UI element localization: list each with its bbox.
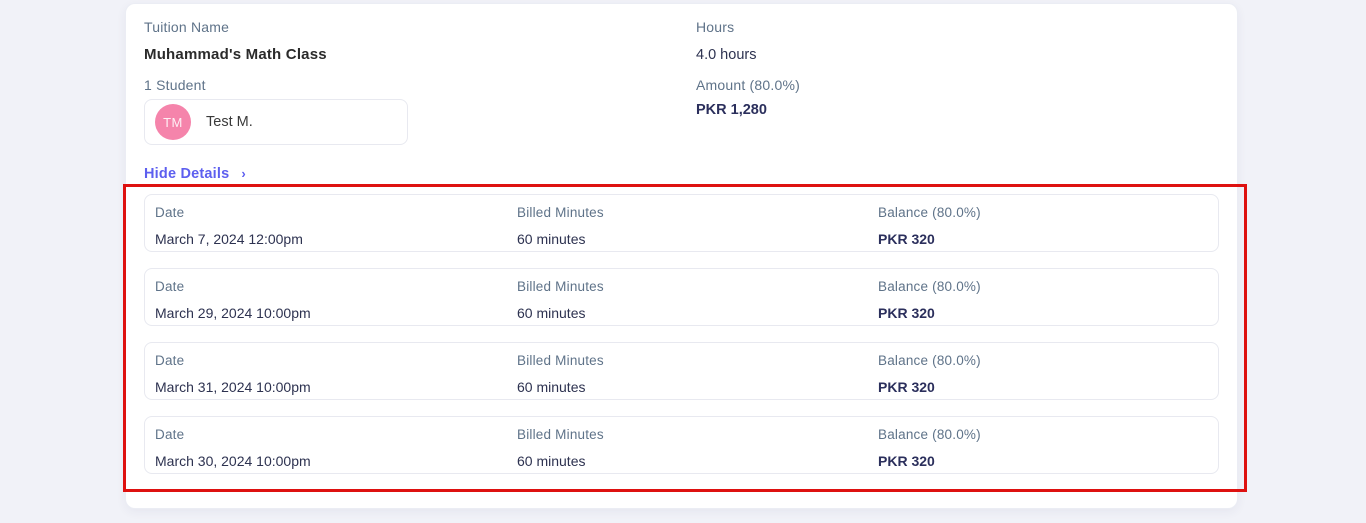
student-chip[interactable]: TM Test M. xyxy=(144,99,408,145)
date-value: March 31, 2024 10:00pm xyxy=(155,379,311,395)
date-label: Date xyxy=(155,279,185,294)
balance-value: PKR 320 xyxy=(878,453,935,469)
date-value: March 29, 2024 10:00pm xyxy=(155,305,311,321)
student-name: Test M. xyxy=(206,114,253,130)
date-cell: Date March 31, 2024 10:00pm xyxy=(155,352,517,399)
session-details-list: Date March 7, 2024 12:00pm Billed Minute… xyxy=(144,194,1219,474)
session-row: Date March 7, 2024 12:00pm Billed Minute… xyxy=(144,194,1219,252)
balance-value: PKR 320 xyxy=(878,379,935,395)
session-row: Date March 31, 2024 10:00pm Billed Minut… xyxy=(144,342,1219,400)
hide-details-label: Hide Details xyxy=(144,166,230,182)
billed-minutes-cell: Billed Minutes 60 minutes xyxy=(517,426,878,473)
balance-label: Balance (80.0%) xyxy=(878,353,981,368)
date-label: Date xyxy=(155,353,185,368)
summary-left-column: Tuition Name Muhammad's Math Class 1 Stu… xyxy=(144,17,696,145)
hide-details-toggle[interactable]: Hide Details › xyxy=(144,166,246,182)
hours-value: 4.0 hours xyxy=(696,47,757,63)
session-row: Date March 30, 2024 10:00pm Billed Minut… xyxy=(144,416,1219,474)
billed-minutes-value: 60 minutes xyxy=(517,231,586,247)
balance-cell: Balance (80.0%) PKR 320 xyxy=(878,426,1218,473)
summary-right-column: Hours 4.0 hours Amount (80.0%) PKR 1,280 xyxy=(696,17,1219,145)
billed-minutes-label: Billed Minutes xyxy=(517,279,604,294)
session-row: Date March 29, 2024 10:00pm Billed Minut… xyxy=(144,268,1219,326)
amount-value: PKR 1,280 xyxy=(696,102,767,118)
chevron-right-icon: › xyxy=(241,166,246,181)
balance-label: Balance (80.0%) xyxy=(878,205,981,220)
hours-label: Hours xyxy=(696,19,735,35)
date-label: Date xyxy=(155,427,185,442)
summary-section: Tuition Name Muhammad's Math Class 1 Stu… xyxy=(144,17,1219,145)
balance-cell: Balance (80.0%) PKR 320 xyxy=(878,352,1218,399)
balance-value: PKR 320 xyxy=(878,305,935,321)
tuition-summary-card: Tuition Name Muhammad's Math Class 1 Stu… xyxy=(125,3,1238,509)
tuition-name-label: Tuition Name xyxy=(144,19,230,35)
billed-minutes-value: 60 minutes xyxy=(517,379,586,395)
student-avatar: TM xyxy=(155,104,191,140)
date-cell: Date March 7, 2024 12:00pm xyxy=(155,204,517,251)
billed-minutes-label: Billed Minutes xyxy=(517,353,604,368)
billed-minutes-label: Billed Minutes xyxy=(517,205,604,220)
billed-minutes-cell: Billed Minutes 60 minutes xyxy=(517,352,878,399)
balance-cell: Balance (80.0%) PKR 320 xyxy=(878,204,1218,251)
billed-minutes-cell: Billed Minutes 60 minutes xyxy=(517,204,878,251)
date-cell: Date March 30, 2024 10:00pm xyxy=(155,426,517,473)
balance-value: PKR 320 xyxy=(878,231,935,247)
tuition-name-value: Muhammad's Math Class xyxy=(144,46,327,63)
balance-label: Balance (80.0%) xyxy=(878,427,981,442)
date-value: March 7, 2024 12:00pm xyxy=(155,231,303,247)
billed-minutes-cell: Billed Minutes 60 minutes xyxy=(517,278,878,325)
date-value: March 30, 2024 10:00pm xyxy=(155,453,311,469)
billed-minutes-value: 60 minutes xyxy=(517,453,586,469)
amount-label: Amount (80.0%) xyxy=(696,77,800,93)
date-label: Date xyxy=(155,205,185,220)
billed-minutes-label: Billed Minutes xyxy=(517,427,604,442)
students-count-label: 1 Student xyxy=(144,77,206,93)
balance-cell: Balance (80.0%) PKR 320 xyxy=(878,278,1218,325)
balance-label: Balance (80.0%) xyxy=(878,279,981,294)
date-cell: Date March 29, 2024 10:00pm xyxy=(155,278,517,325)
billed-minutes-value: 60 minutes xyxy=(517,305,586,321)
